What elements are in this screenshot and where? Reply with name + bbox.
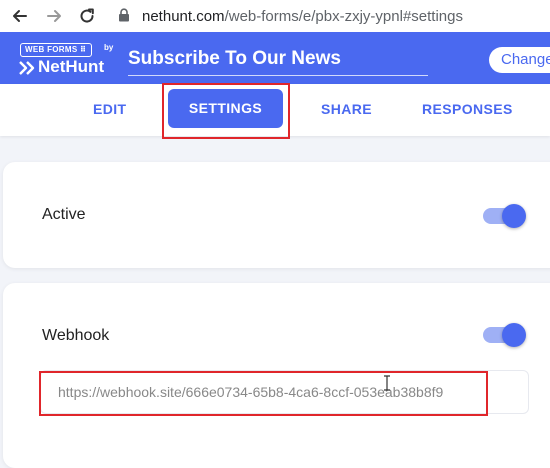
app-header: WEB FORMS ⠿ by NetHunt Subscribe To Our … — [0, 32, 550, 84]
nethunt-logo-icon — [19, 61, 35, 75]
tab-settings[interactable]: SETTINGS — [168, 89, 283, 128]
logo-badge: WEB FORMS ⠿ — [20, 43, 92, 57]
tab-edit[interactable]: EDIT — [93, 84, 127, 134]
active-label: Active — [42, 206, 86, 223]
url-host: nethunt.com — [142, 7, 225, 25]
webhook-toggle[interactable] — [483, 323, 526, 347]
back-arrow-icon — [13, 10, 27, 22]
active-toggle-knob — [502, 204, 526, 228]
forward-arrow-icon — [47, 10, 61, 22]
webhook-toggle-knob — [502, 323, 526, 347]
reload-icon — [80, 8, 94, 23]
url-path: /web-forms/e/pbx-zxjy-ypnl#settings — [224, 7, 463, 25]
browser-toolbar: nethunt.com/web-forms/e/pbx-zxjy-ypnl#se… — [0, 0, 550, 33]
active-toggle[interactable] — [483, 204, 526, 228]
address-bar[interactable]: nethunt.com/web-forms/e/pbx-zxjy-ypnl#se… — [142, 5, 463, 27]
webhook-url-input[interactable]: https://webhook.site/666e0734-65b8-4ca6-… — [40, 370, 529, 414]
tab-bar: EDIT SETTINGS SHARE RESPONSES — [0, 84, 550, 136]
back-button[interactable] — [8, 4, 32, 28]
form-title-input[interactable]: Subscribe To Our News — [128, 45, 428, 76]
active-setting-card: Active — [3, 162, 550, 268]
webhook-setting-card: Webhook https://webhook.site/666e0734-65… — [3, 283, 550, 468]
logo-name: NetHunt — [38, 57, 105, 76]
lock-icon[interactable] — [118, 8, 130, 22]
webhook-label: Webhook — [42, 327, 110, 344]
text-cursor-icon — [384, 375, 390, 391]
nethunt-web-forms-logo[interactable]: WEB FORMS ⠿ by NetHunt — [18, 43, 114, 77]
tab-share[interactable]: SHARE — [321, 84, 372, 134]
reload-button[interactable] — [75, 4, 99, 28]
tab-responses[interactable]: RESPONSES — [422, 84, 513, 134]
changes-button[interactable]: Changes — [489, 47, 550, 73]
forward-button[interactable] — [42, 4, 66, 28]
logo-by-text: by — [104, 43, 114, 52]
